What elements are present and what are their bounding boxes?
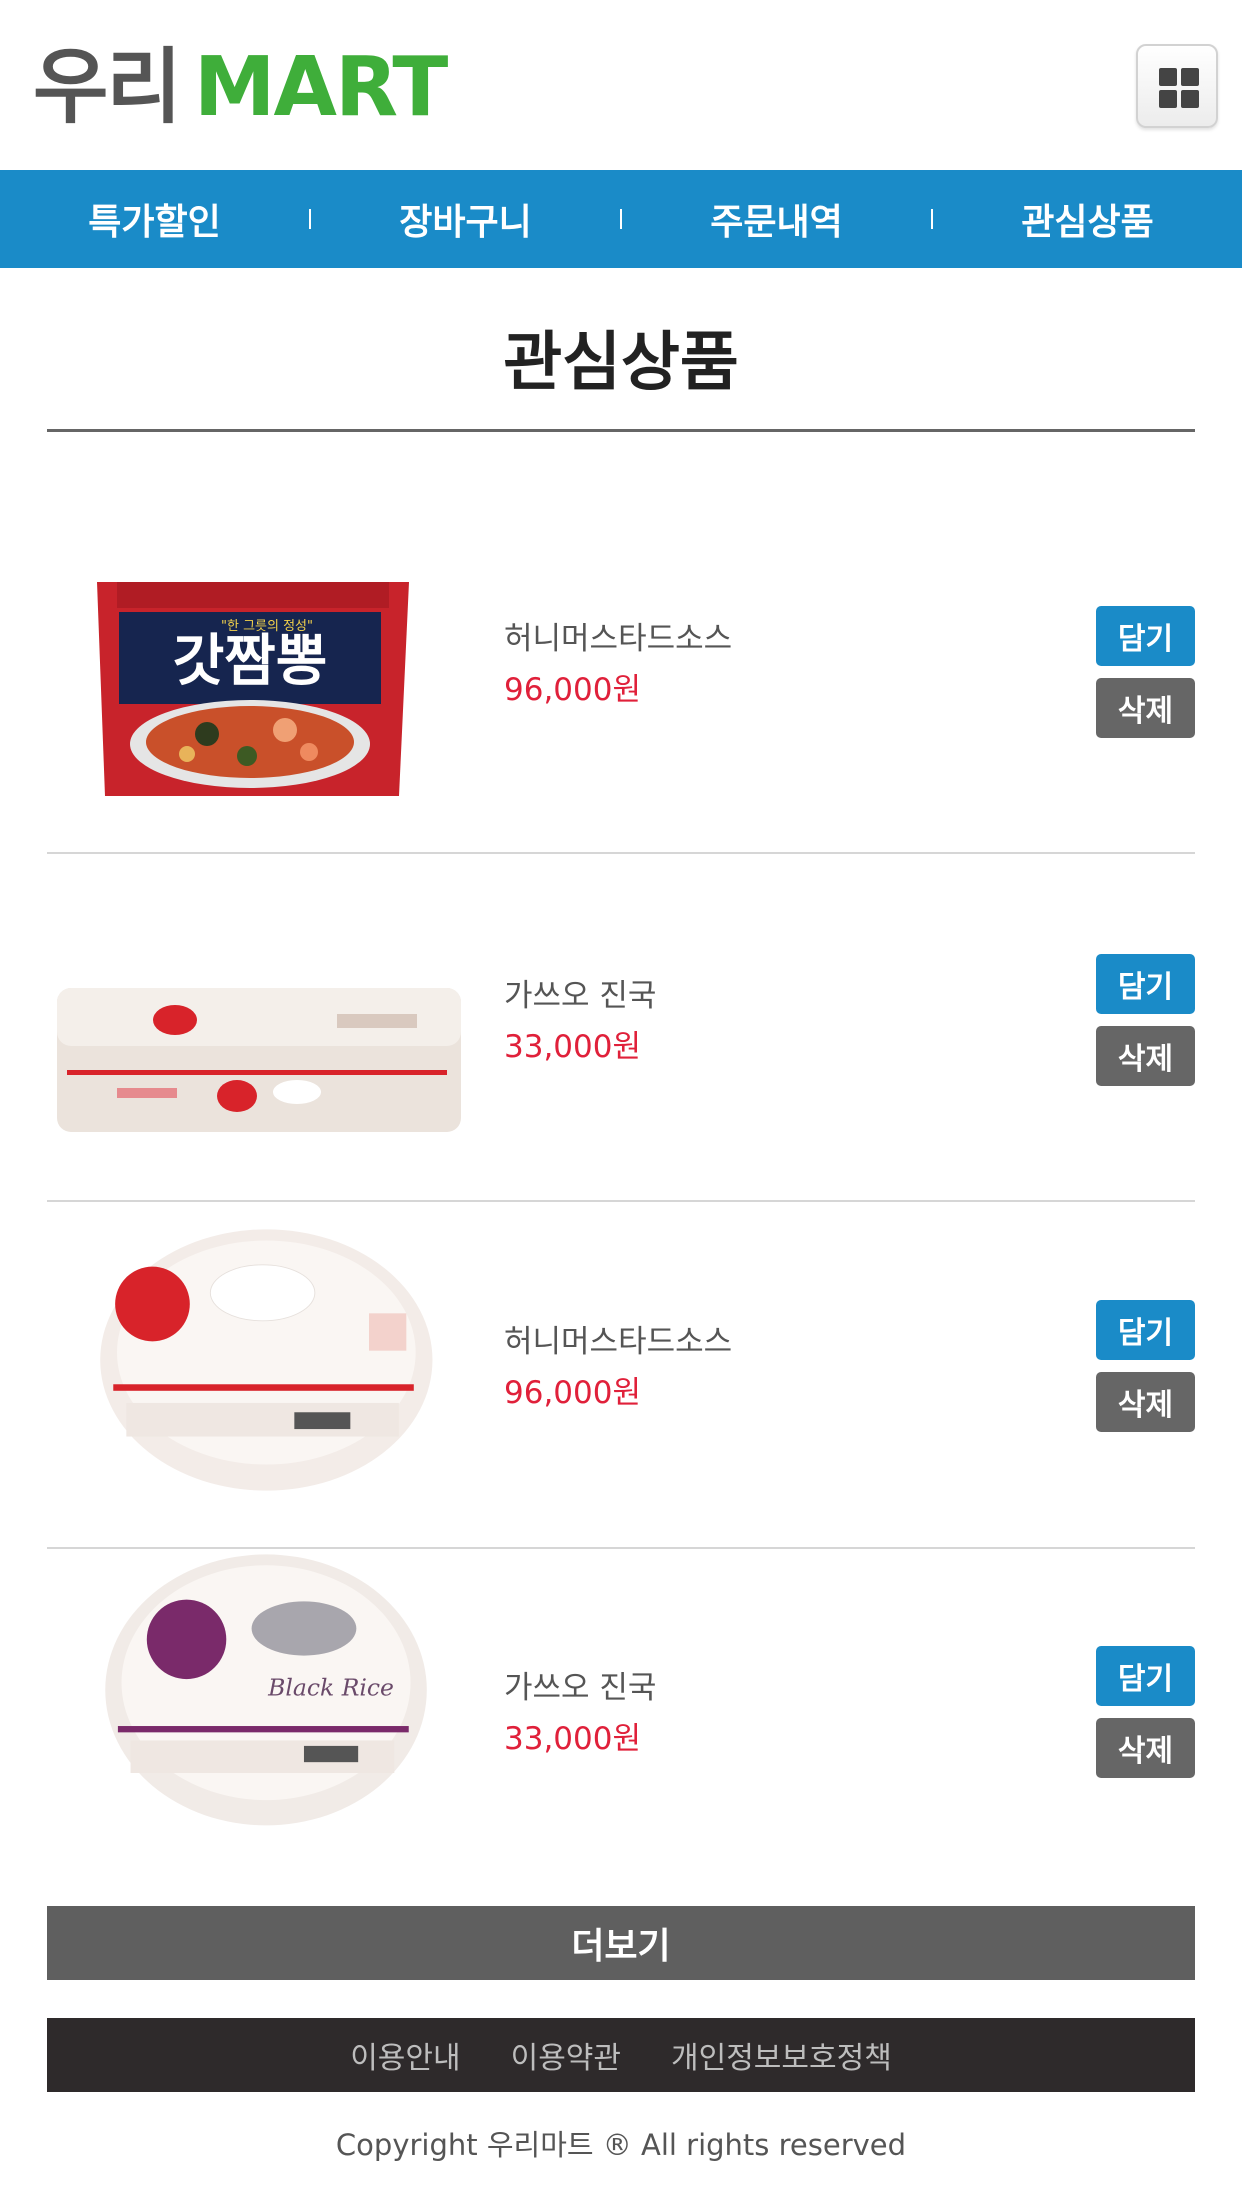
menu-button[interactable]: [1136, 44, 1218, 128]
list-item: 갓짬뽕 "한 그릇의 정성" 허니머스타드소스 96,000원 담기 삭제: [47, 488, 1195, 834]
load-more-button[interactable]: 더보기: [47, 1906, 1195, 1980]
delete-button[interactable]: 삭제: [1096, 1372, 1195, 1432]
copyright: Copyright 우리마트 ® All rights reserved: [335, 2128, 907, 2162]
footer-link-guide[interactable]: 이용안내: [350, 2033, 460, 2077]
add-to-cart-button[interactable]: 담기: [1096, 1300, 1195, 1360]
rice-multipack-image: [47, 960, 467, 1160]
add-to-cart-button[interactable]: 담기: [1096, 954, 1195, 1014]
product-price: 96,000원: [504, 672, 641, 708]
delete-button[interactable]: 삭제: [1096, 1718, 1195, 1778]
product-name[interactable]: 허니머스타드소스: [504, 1316, 732, 1361]
product-price: 33,000원: [504, 1721, 641, 1757]
product-name[interactable]: 가쓰오 진국: [504, 970, 656, 1015]
footer-link-terms[interactable]: 이용약관: [511, 2033, 621, 2077]
nav-item-special-discount[interactable]: 특가할인: [0, 170, 309, 268]
main-nav: 특가할인 장바구니 주문내역 관심상품: [0, 170, 1242, 268]
product-name[interactable]: 가쓰오 진국: [504, 1662, 656, 1707]
list-item: 가쓰오 진국 33,000원 담기 삭제: [47, 854, 1195, 1200]
white-rice-bowl-image: [61, 1220, 453, 1500]
svg-text:"한 그릇의 정성": "한 그릇의 정성": [221, 619, 313, 634]
page-title: 관심상품: [503, 326, 739, 400]
logo[interactable]: 우리 MART: [33, 38, 448, 138]
black-rice-bowl-image: Black Rice: [67, 1549, 447, 1829]
delete-button[interactable]: 삭제: [1096, 1026, 1195, 1086]
nav-item-cart[interactable]: 장바구니: [311, 170, 620, 268]
logo-text-mart: MART: [193, 40, 448, 135]
product-name[interactable]: 허니머스타드소스: [504, 613, 732, 658]
nav-item-orders[interactable]: 주문내역: [622, 170, 931, 268]
ramen-package-image: 갓짬뽕 "한 그릇의 정성": [47, 534, 467, 814]
list-item: 허니머스타드소스 96,000원 담기 삭제: [47, 1202, 1195, 1548]
list-item: Black Rice 가쓰오 진국 33,000원 담기 삭제: [47, 1549, 1195, 1895]
product-price: 33,000원: [504, 1029, 641, 1065]
title-divider: [47, 429, 1195, 432]
footer-links: 이용안내 이용약관 개인정보보호정책: [47, 2018, 1195, 2092]
svg-text:Black Rice: Black Rice: [267, 1673, 394, 1701]
product-price: 96,000원: [504, 1375, 641, 1411]
delete-button[interactable]: 삭제: [1096, 678, 1195, 738]
grid-icon: [1159, 68, 1199, 108]
footer-link-privacy[interactable]: 개인정보보호정책: [671, 2033, 892, 2077]
add-to-cart-button[interactable]: 담기: [1096, 1646, 1195, 1706]
header: 우리 MART: [0, 0, 1242, 170]
svg-text:갓짬뽕: 갓짬뽕: [173, 629, 328, 694]
logo-text-woori: 우리: [33, 40, 182, 135]
nav-item-wishlist[interactable]: 관심상품: [933, 170, 1242, 268]
add-to-cart-button[interactable]: 담기: [1096, 606, 1195, 666]
